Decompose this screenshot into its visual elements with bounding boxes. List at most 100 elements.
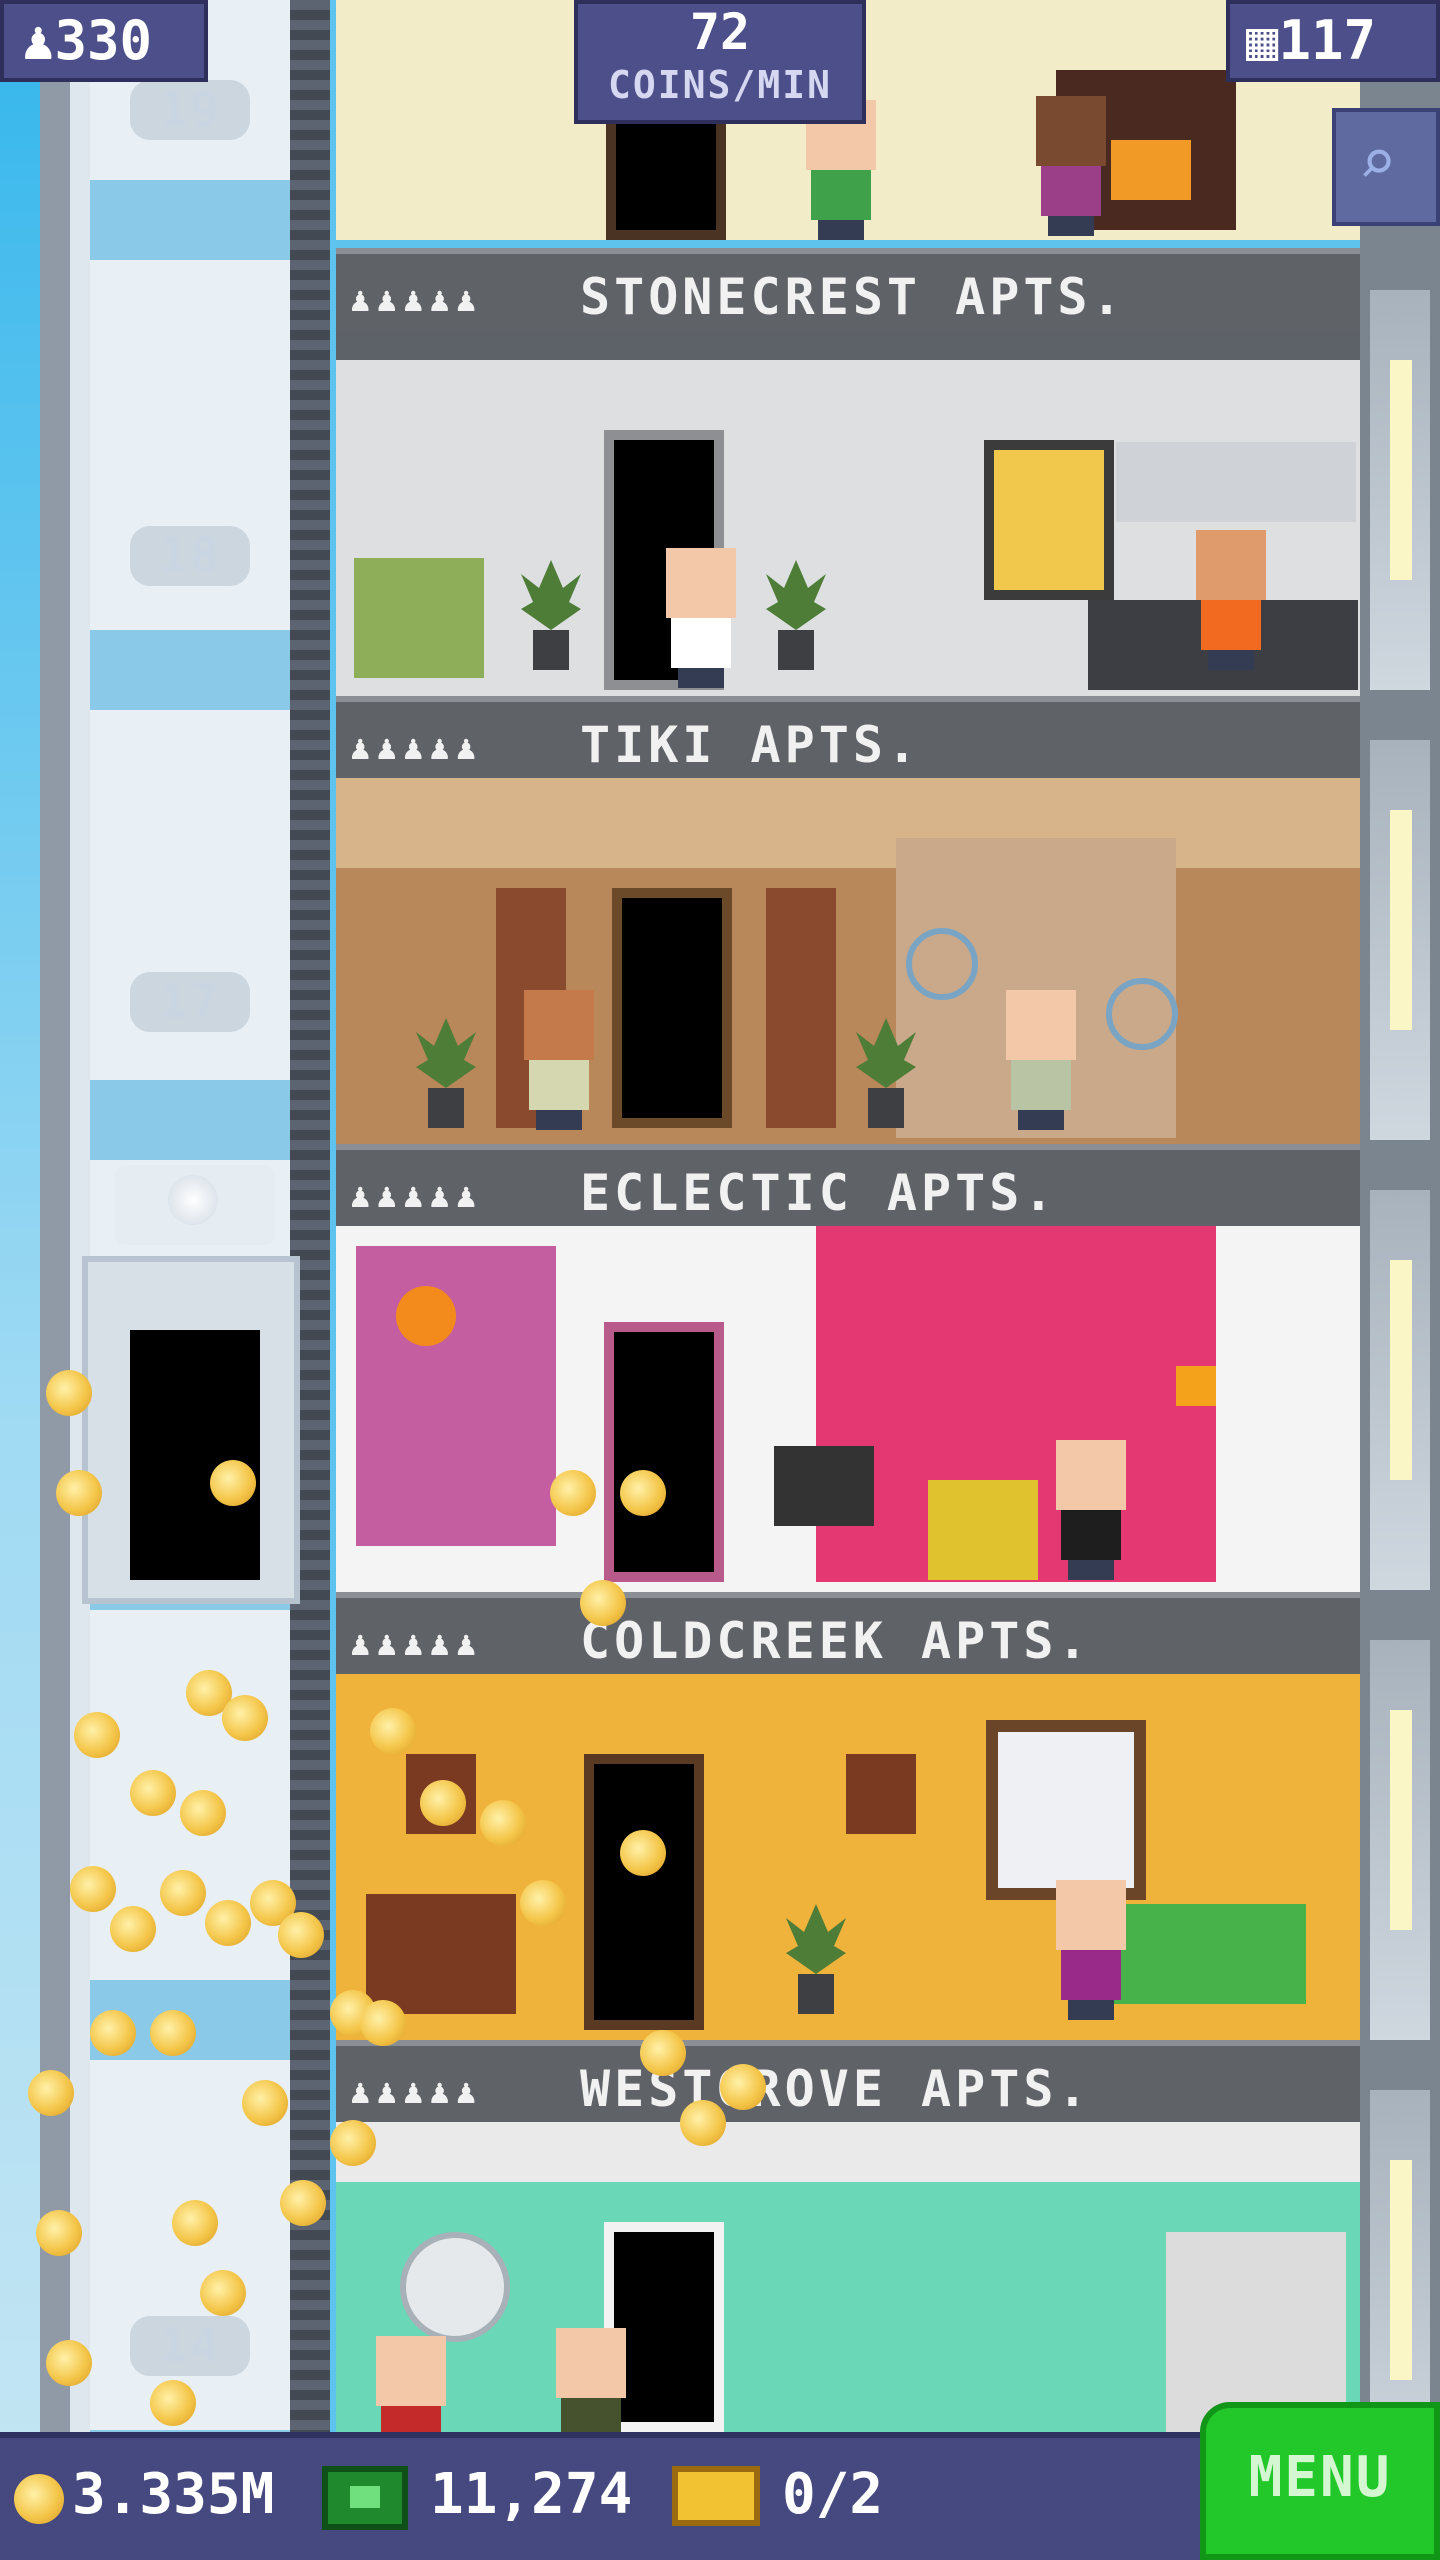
coin-icon[interactable] <box>370 1708 416 1754</box>
armchair <box>354 558 484 678</box>
coin-icon[interactable] <box>130 1770 176 1816</box>
elevator-floor-number: 19 <box>130 80 250 140</box>
bird-cage <box>1106 978 1178 1050</box>
coin-icon[interactable] <box>90 2010 136 2056</box>
zoom-button[interactable]: ⌕ <box>1332 108 1440 226</box>
coin-icon[interactable] <box>420 1780 466 1826</box>
floor-lamp <box>1176 1366 1216 1406</box>
coin-icon[interactable] <box>160 1870 206 1916</box>
population-counter[interactable]: ♟330 <box>0 0 208 82</box>
elevator-light-icon <box>168 1175 218 1225</box>
residents-icon: ♟♟♟♟♟ <box>350 1624 483 1664</box>
room-coldcreek[interactable] <box>336 1674 1360 2040</box>
coin-icon[interactable] <box>36 2210 82 2256</box>
menu-button[interactable]: MENU <box>1200 2402 1440 2560</box>
resident[interactable] <box>546 2328 636 2432</box>
coin-icon[interactable] <box>210 1460 256 1506</box>
coins-rate-label: COINS/MIN <box>608 63 832 107</box>
floor-18[interactable]: ♟♟♟♟♟ TIKI APTS. <box>336 330 1360 778</box>
resident[interactable] <box>656 548 746 688</box>
floor-label-bar[interactable]: ♟♟♟♟♟ WESTGROVE APTS. <box>336 2040 1360 2122</box>
resident[interactable] <box>1046 1880 1136 2020</box>
vip-ticket-icon <box>672 2466 760 2526</box>
sofa <box>928 1480 1038 1580</box>
floor-name: COLDCREEK APTS. <box>580 1612 1092 1670</box>
bird-cage <box>906 928 978 1000</box>
floors-counter[interactable]: ▦117 <box>1226 0 1440 82</box>
coin-icon[interactable] <box>150 2010 196 2056</box>
coins-per-minute-panel[interactable]: 72 COINS/MIN <box>574 0 866 124</box>
coin-icon[interactable] <box>28 2070 74 2116</box>
resident[interactable] <box>1026 96 1116 236</box>
tower-window-light <box>1390 810 1412 1030</box>
floor-label-bar[interactable]: ♟♟♟♟♟ COLDCREEK APTS. <box>336 1592 1360 1674</box>
floor-16[interactable]: ♟♟♟♟♟ COLDCREEK APTS. <box>336 1226 1360 1674</box>
floor-label-bar[interactable]: ♟♟♟♟♟ TIKI APTS. <box>336 696 1360 778</box>
coin-icon[interactable] <box>278 1912 324 1958</box>
coin-icon[interactable] <box>480 1800 526 1846</box>
coin-icon[interactable] <box>205 1900 251 1946</box>
coin-icon[interactable] <box>580 1580 626 1626</box>
residents-icon: ♟♟♟♟♟ <box>350 1176 483 1216</box>
resident[interactable] <box>514 990 604 1130</box>
coin-icon[interactable] <box>620 1470 666 1516</box>
floor-label-bar[interactable]: ♟♟♟♟♟ ECLECTIC APTS. <box>336 1144 1360 1226</box>
coin-icon[interactable] <box>74 1712 120 1758</box>
fire <box>1111 140 1191 200</box>
elevator-door[interactable] <box>130 1330 260 1580</box>
floor-label-bar[interactable]: ♟♟♟♟♟ STONECREST APTS. <box>336 248 1360 330</box>
coin-icon[interactable] <box>56 1470 102 1516</box>
room-eclectic[interactable] <box>336 1226 1360 1592</box>
coin-icon[interactable] <box>110 1906 156 1952</box>
coin-icon[interactable] <box>550 1470 596 1516</box>
elevator-floor-number: 14 <box>130 2316 250 2376</box>
floor-17[interactable]: ♟♟♟♟♟ ECLECTIC APTS. <box>336 778 1360 1226</box>
coin-icon[interactable] <box>330 2120 376 2166</box>
wall-picture <box>984 440 1114 600</box>
room-tiki-label-room[interactable] <box>336 330 1360 696</box>
coin-icon[interactable] <box>680 2100 726 2146</box>
coin-icon[interactable] <box>150 2380 196 2426</box>
coin-icon[interactable] <box>242 2080 288 2126</box>
coin-icon[interactable] <box>280 2180 326 2226</box>
coin-icon[interactable] <box>620 1830 666 1876</box>
plant <box>786 1904 846 2014</box>
coin-icon[interactable] <box>640 2030 686 2076</box>
magnifier-icon: ⌕ <box>1358 126 1397 200</box>
residents-icon: ♟♟♟♟♟ <box>350 280 483 320</box>
coin-icon[interactable] <box>360 2000 406 2046</box>
room-door <box>606 110 726 240</box>
floor-15[interactable]: ♟♟♟♟♟ WESTGROVE APTS. <box>336 1674 1360 2122</box>
coin-icon[interactable] <box>720 2064 766 2110</box>
coin-icon[interactable] <box>520 1880 566 1926</box>
plant <box>766 560 826 670</box>
resident[interactable] <box>366 2336 456 2432</box>
resident[interactable] <box>996 990 1086 1130</box>
coin-icon[interactable] <box>200 2270 246 2316</box>
coin-icon[interactable] <box>46 2340 92 2386</box>
tower-window-light <box>1390 1710 1412 1930</box>
room-westgrove[interactable] <box>336 2122 1360 2432</box>
residents-icon: ♟♟♟♟♟ <box>350 2072 483 2112</box>
vip-value[interactable]: 0/2 <box>782 2462 883 2527</box>
coin-icon <box>14 2474 64 2524</box>
coins-rate-value: 72 <box>689 3 751 61</box>
room-tiki[interactable] <box>336 778 1360 1144</box>
floor-name: ECLECTIC APTS. <box>580 1164 1058 1222</box>
abstract-painting <box>356 1246 556 1546</box>
tower-bux-value[interactable]: 11,274 <box>430 2462 632 2527</box>
kitchen-cabinet <box>1116 442 1356 522</box>
coin-icon[interactable] <box>70 1866 116 1912</box>
coin-icon[interactable] <box>172 2200 218 2246</box>
coin-icon[interactable] <box>46 1370 92 1416</box>
resident[interactable] <box>1046 1440 1136 1580</box>
resident[interactable] <box>1186 530 1276 670</box>
coin-icon[interactable] <box>180 1790 226 1836</box>
coin-icon[interactable] <box>222 1695 268 1741</box>
window <box>986 1720 1146 1900</box>
tower-window-light <box>1390 360 1412 580</box>
coins-value[interactable]: 3.335M <box>72 2462 274 2527</box>
floor-name: TIKI APTS. <box>580 716 922 774</box>
floor-14[interactable] <box>336 2122 1360 2432</box>
person-icon: ♟ <box>22 9 55 72</box>
